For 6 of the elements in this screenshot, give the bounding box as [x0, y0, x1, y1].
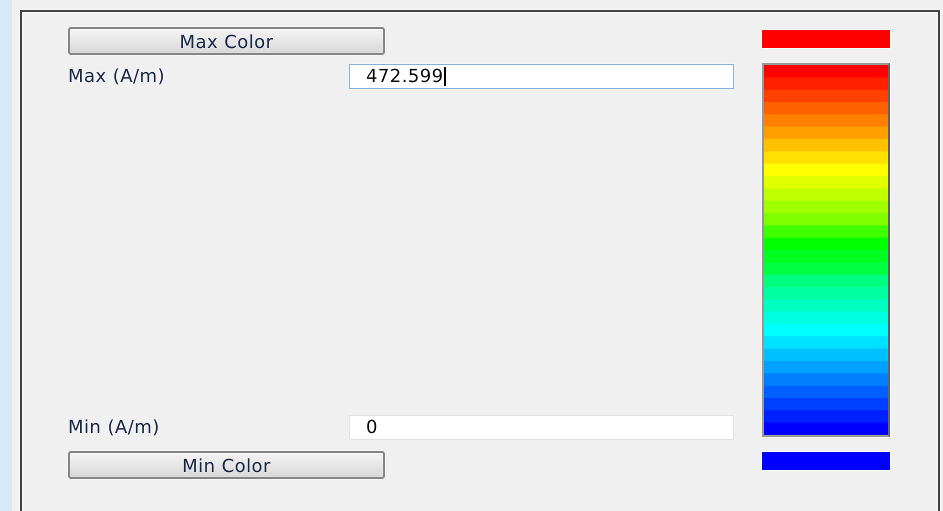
input-field[interactable]: 472.599 — [349, 64, 734, 89]
color-button[interactable]: Min Color — [68, 451, 385, 479]
color-button[interactable]: Max Color — [68, 27, 385, 55]
input-field[interactable]: 0 — [349, 415, 734, 440]
field-label: Min (A/m) — [68, 416, 161, 440]
field-label: Max (A/m) — [68, 65, 166, 89]
